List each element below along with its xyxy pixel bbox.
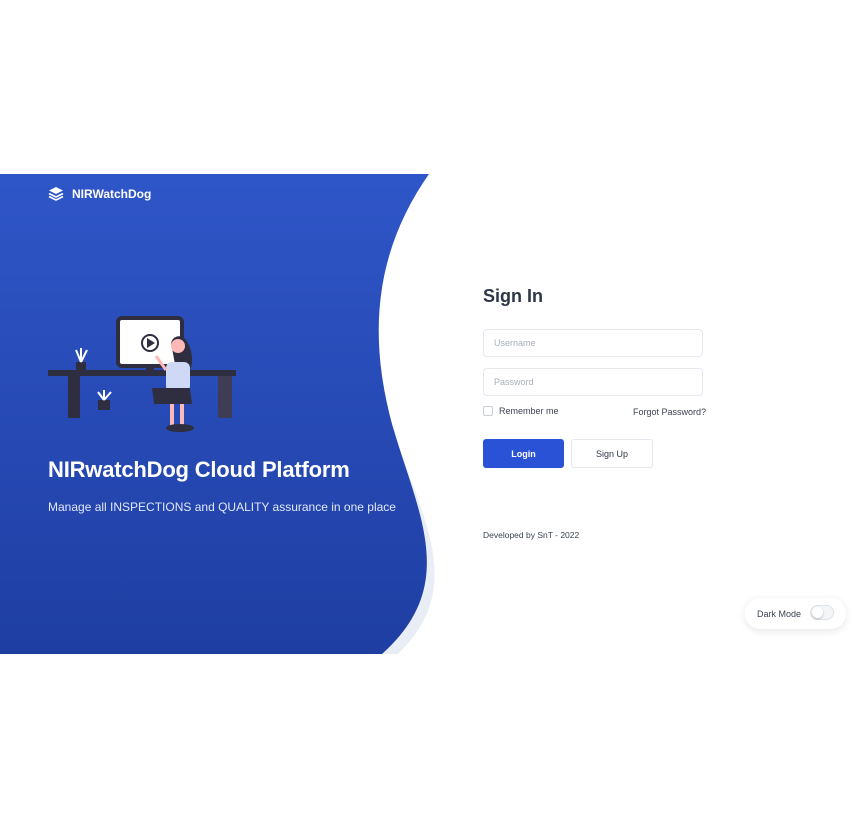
hero-subtitle: Manage all INSPECTIONS and QUALITY assur… — [48, 500, 396, 514]
login-button[interactable]: Login — [483, 439, 564, 468]
developer-credit: Developed by SnT - 2022 — [483, 530, 580, 540]
remember-checkbox[interactable] — [483, 406, 493, 416]
brand[interactable]: NIRWatchDog — [48, 186, 151, 202]
username-input[interactable] — [483, 329, 703, 357]
signin-title: Sign In — [483, 286, 543, 306]
dark-mode-label: Dark Mode — [757, 608, 802, 619]
forgot-password-link[interactable]: Forgot Password? — [633, 407, 706, 417]
layers-icon — [48, 187, 64, 201]
switch-knob — [812, 607, 823, 618]
password-input[interactable] — [483, 368, 703, 396]
dark-mode-panel: Dark Mode — [745, 598, 846, 629]
desk-illustration — [48, 316, 236, 432]
brand-name: NIRWatchDog — [72, 187, 152, 201]
remember-label: Remember me — [499, 406, 559, 416]
signup-button[interactable]: Sign Up — [571, 439, 653, 468]
hero-title: NIRwatchDog Cloud Platform — [48, 457, 350, 482]
remember-me[interactable]: Remember me — [483, 406, 559, 416]
dark-mode-switch[interactable] — [810, 605, 834, 620]
